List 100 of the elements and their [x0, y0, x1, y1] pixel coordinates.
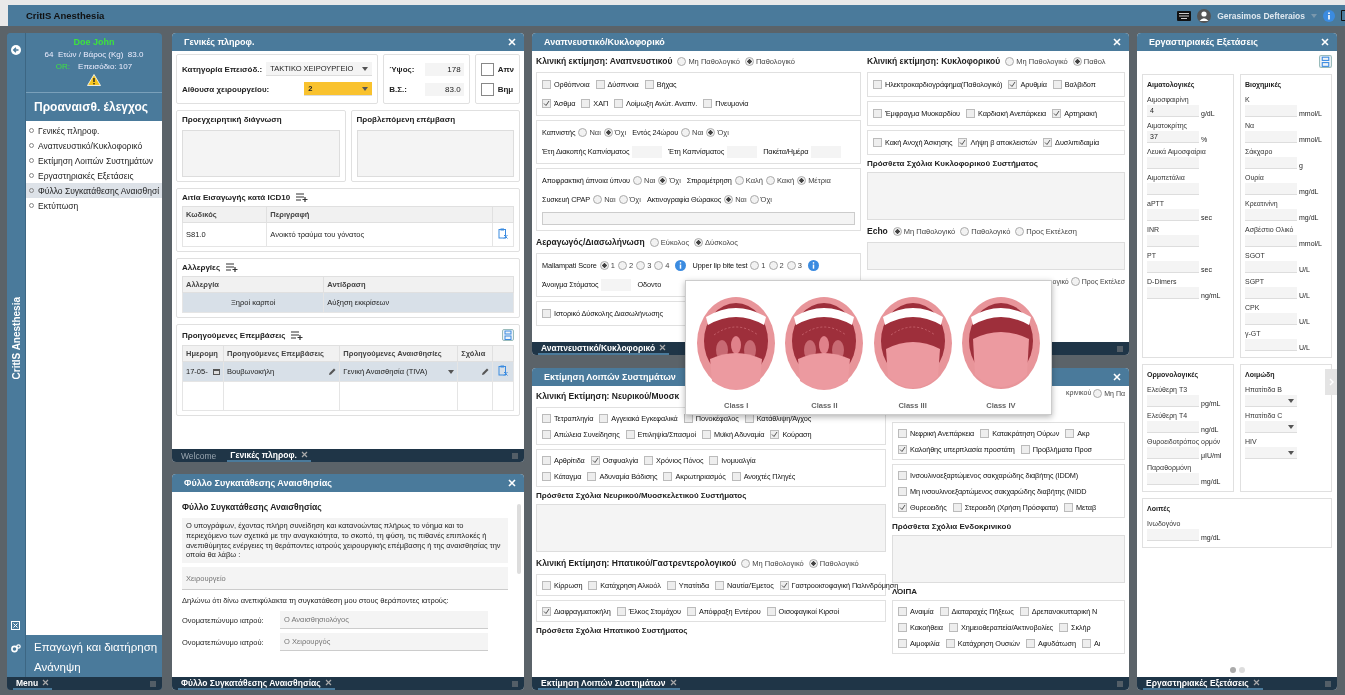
- checkbox[interactable]: [1043, 138, 1053, 147]
- input-field[interactable]: [1147, 447, 1199, 459]
- checkbox[interactable]: [715, 580, 725, 590]
- checkbox[interactable]: [898, 606, 907, 616]
- radio-button[interactable]: [593, 195, 603, 204]
- text-area[interactable]: [356, 130, 514, 177]
- save-icon[interactable]: [1319, 55, 1332, 68]
- checkbox[interactable]: [980, 428, 990, 438]
- checkbox[interactable]: [898, 502, 907, 512]
- input-field[interactable]: [1147, 473, 1199, 485]
- menu-icon[interactable]: [1117, 680, 1123, 687]
- radio-button[interactable]: [578, 128, 588, 137]
- radio-button[interactable]: [677, 56, 687, 66]
- checkbox[interactable]: [1019, 606, 1029, 616]
- checkbox[interactable]: [709, 455, 719, 465]
- radio-button[interactable]: [741, 558, 751, 568]
- dropdown[interactable]: [1245, 395, 1297, 407]
- checkbox[interactable]: [898, 486, 907, 496]
- radio-button[interactable]: [658, 176, 668, 185]
- checkbox[interactable]: [686, 606, 696, 616]
- input-field[interactable]: [1147, 261, 1199, 273]
- input-field[interactable]: [1245, 339, 1297, 351]
- info-icon[interactable]: [807, 260, 819, 271]
- checkbox[interactable]: [1059, 622, 1068, 632]
- input-field[interactable]: [1245, 261, 1297, 273]
- checkbox[interactable]: [663, 471, 673, 481]
- checkbox[interactable]: [542, 471, 551, 481]
- radio-button[interactable]: [654, 261, 664, 270]
- radio-button[interactable]: [786, 261, 796, 270]
- checkbox[interactable]: [731, 471, 741, 481]
- input-field[interactable]: [1245, 105, 1297, 117]
- input-field[interactable]: [1147, 157, 1199, 169]
- checkbox[interactable]: [1052, 80, 1062, 89]
- avatar-icon[interactable]: [1197, 8, 1212, 23]
- input-field[interactable]: [1245, 183, 1297, 195]
- radio-button[interactable]: [1070, 276, 1080, 286]
- radio-button[interactable]: [649, 237, 659, 247]
- menu-item[interactable]: Επαγωγή και διατήρηση: [34, 641, 162, 653]
- radio-button[interactable]: [734, 176, 744, 185]
- back-arrow-icon[interactable]: [11, 45, 21, 55]
- checkbox[interactable]: [542, 429, 551, 439]
- radio-button[interactable]: [603, 128, 613, 137]
- checkbox[interactable]: [614, 99, 624, 108]
- close-icon[interactable]: [300, 451, 308, 458]
- radio-button[interactable]: [1015, 226, 1025, 236]
- checkbox[interactable]: [542, 99, 551, 108]
- radio-button[interactable]: [808, 558, 818, 568]
- radio-button[interactable]: [960, 226, 970, 236]
- text-area[interactable]: [892, 535, 1125, 583]
- menu-item[interactable]: Γενικές πληροφ.: [26, 123, 162, 138]
- close-icon[interactable]: [1252, 679, 1260, 686]
- add-list-icon[interactable]: [296, 193, 309, 202]
- checkbox[interactable]: [1065, 428, 1075, 438]
- add-list-icon[interactable]: [291, 330, 304, 340]
- input-field[interactable]: 83.0: [424, 82, 464, 96]
- menu-item[interactable]: Αναπνευστικό/Κυκλοφορικό: [26, 138, 162, 153]
- close-box-icon[interactable]: [11, 621, 20, 630]
- checkbox[interactable]: [1064, 502, 1074, 512]
- save-icon[interactable]: [502, 329, 514, 341]
- radio-button[interactable]: [797, 176, 807, 185]
- checkbox[interactable]: [898, 428, 907, 438]
- radio-button[interactable]: [636, 261, 646, 270]
- checkbox[interactable]: [616, 606, 626, 616]
- checkbox[interactable]: [898, 638, 907, 648]
- checkbox[interactable]: [898, 622, 907, 632]
- checkbox[interactable]: [873, 109, 882, 118]
- checkbox[interactable]: [599, 413, 609, 423]
- radio-button[interactable]: [724, 195, 734, 204]
- checkbox[interactable]: [701, 429, 711, 439]
- checkbox[interactable]: [644, 80, 654, 89]
- input-field[interactable]: [1147, 209, 1199, 221]
- checkbox[interactable]: [625, 429, 635, 439]
- delete-icon[interactable]: [498, 365, 508, 376]
- pencil-icon[interactable]: [328, 367, 337, 376]
- menu-icon[interactable]: [150, 680, 156, 687]
- checkbox[interactable]: [945, 638, 955, 648]
- close-icon[interactable]: [324, 679, 332, 686]
- checkbox[interactable]: [898, 444, 907, 454]
- menu-icon[interactable]: [512, 452, 518, 459]
- menu-item[interactable]: Ανάνηψη: [34, 661, 162, 673]
- text-area[interactable]: [182, 130, 340, 177]
- page-dot[interactable]: [1238, 667, 1245, 673]
- radio-button[interactable]: [617, 261, 627, 270]
- checkbox[interactable]: [542, 580, 551, 590]
- radio-button[interactable]: [1005, 56, 1015, 66]
- gears-icon[interactable]: [11, 644, 21, 653]
- input-field[interactable]: [1245, 235, 1297, 247]
- info-icon[interactable]: [1323, 9, 1335, 22]
- user-name[interactable]: Gerasimos Defteraios: [1217, 10, 1305, 21]
- input-field[interactable]: [1245, 209, 1297, 221]
- pencil-icon[interactable]: [481, 367, 489, 376]
- checkbox[interactable]: [542, 413, 551, 423]
- checkbox[interactable]: [952, 502, 962, 512]
- text-area[interactable]: [867, 242, 1125, 270]
- calendar-icon[interactable]: [213, 368, 220, 375]
- input-field[interactable]: [1147, 395, 1199, 407]
- checkbox[interactable]: [542, 80, 551, 89]
- radio-button[interactable]: [1072, 56, 1082, 66]
- radio-button[interactable]: [694, 237, 703, 247]
- close-icon[interactable]: [669, 679, 677, 686]
